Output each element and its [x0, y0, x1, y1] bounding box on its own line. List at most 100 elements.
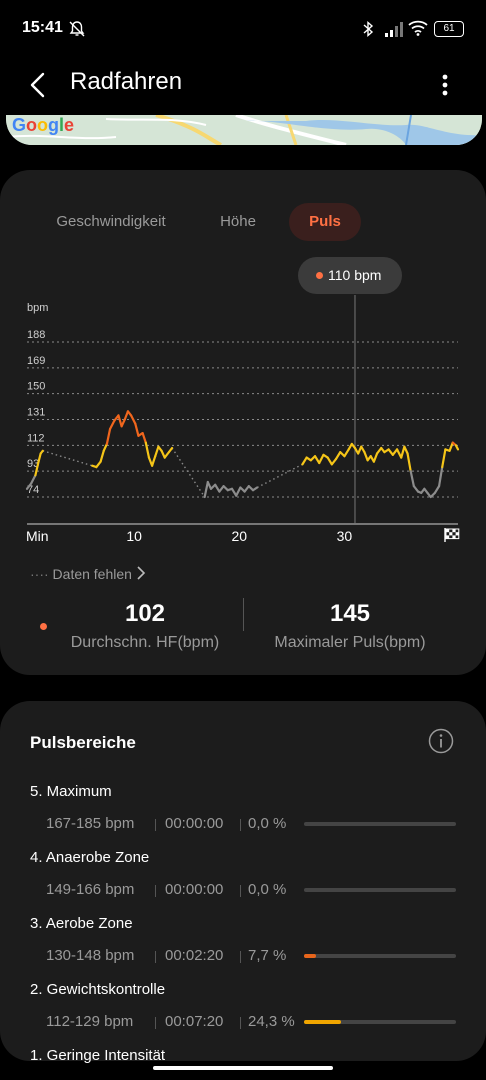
- zone-separator: [155, 951, 156, 963]
- heart-rate-zones-card: Pulsbereiche 5. Maximum 167-185 bpm 00:00:…: [0, 701, 486, 1064]
- x-tick-label: 10: [126, 528, 142, 544]
- heart-rate-line-segment: [301, 456, 308, 466]
- zone-progress-fill: [304, 954, 316, 958]
- zone-name: 4. Anaerobe Zone: [30, 849, 150, 866]
- heart-rate-line-segment: [123, 410, 130, 421]
- y-tick-label: 150: [27, 381, 45, 393]
- zone-separator: [155, 1017, 156, 1029]
- zone-name: 5. Maximum: [30, 783, 112, 800]
- heart-rate-line-segment: [154, 445, 160, 458]
- heart-rate-line-segment: [441, 448, 447, 469]
- heart-rate-line-segment: [129, 414, 137, 425]
- heart-rate-chart-card: Geschwindigkeit Höhe Puls 110 bpm bpm 188…: [0, 170, 486, 675]
- zone-time: 00:00:00: [165, 881, 224, 898]
- heart-rate-line-segment: [406, 452, 412, 473]
- zone-range: 112-129 bpm: [46, 1013, 134, 1030]
- heart-rate-line-segment: [251, 486, 259, 492]
- zone-separator: [155, 819, 156, 831]
- heart-rate-line-segment: [214, 483, 221, 493]
- y-axis-label: bpm: [27, 302, 48, 314]
- heart-rate-line-segment: [102, 442, 108, 452]
- heart-rate-line-segment: [39, 449, 44, 455]
- zone-range: 167-185 bpm: [46, 815, 135, 832]
- heart-rate-line-segment: [108, 419, 116, 431]
- y-tick-label: 112: [27, 432, 45, 444]
- status-time: 15:41: [22, 19, 63, 36]
- home-indicator[interactable]: [153, 1066, 333, 1070]
- heart-rate-line-segment: [167, 446, 174, 454]
- zone-progress-fill: [304, 1020, 341, 1024]
- avg-legend-dot: [40, 623, 47, 630]
- zone-progress-track: [304, 1020, 456, 1024]
- zone-percent: 0,0 %: [248, 881, 287, 898]
- y-tick-label: 188: [27, 329, 45, 341]
- tab-heart-rate[interactable]: Puls: [289, 203, 361, 241]
- max-heart-rate-value: 145: [329, 600, 371, 627]
- heart-rate-line-segment: [448, 441, 454, 452]
- heart-rate-line-segment: [37, 452, 42, 463]
- zone-separator: [240, 819, 241, 831]
- tab-speed[interactable]: Geschwindigkeit: [50, 203, 172, 241]
- missing-data-gap: [42, 450, 93, 467]
- y-tick-label: 131: [27, 407, 45, 419]
- heart-rate-line-segment: [403, 445, 409, 455]
- bluetooth-icon: [363, 20, 374, 38]
- zone-time: 00:02:20: [165, 947, 224, 964]
- heart-rate-line-segment: [30, 474, 37, 485]
- heart-rate-line-segment: [134, 422, 140, 437]
- cellular-signal-icon: [385, 22, 403, 37]
- max-heart-rate-label: Maximaler Puls(bpm): [274, 634, 426, 651]
- zone-progress-track: [304, 888, 456, 892]
- zone-percent: 7,7 %: [248, 947, 287, 964]
- back-arrow-icon[interactable]: [22, 68, 56, 102]
- map-roads: [6, 115, 482, 145]
- wifi-icon: [408, 20, 428, 36]
- avg-heart-rate-value: 102: [124, 600, 166, 627]
- x-tick-label: Min: [26, 528, 49, 544]
- x-tick-label: 20: [231, 528, 247, 544]
- heart-rate-line-segment: [363, 451, 369, 462]
- zone-time: 00:07:20: [165, 1013, 224, 1030]
- missing-data-gap: [256, 463, 303, 489]
- notifications-muted-icon: [69, 21, 85, 37]
- heart-rate-line-segment: [117, 414, 123, 428]
- heart-rate-line-segment: [150, 455, 157, 467]
- zone-percent: 0,0 %: [248, 815, 287, 832]
- zone-separator: [240, 951, 241, 963]
- heart-rate-line-segment: [409, 470, 415, 488]
- heart-rate-line-segment: [400, 445, 406, 459]
- more-options-icon[interactable]: [430, 68, 460, 102]
- dotted-legend-icon: ····: [30, 566, 49, 582]
- value-tooltip: 110 bpm: [298, 257, 402, 294]
- zone-separator: [155, 885, 156, 897]
- zone-percent: 24,3 %: [248, 1013, 295, 1030]
- missing-data-link[interactable]: ···· Daten fehlen: [30, 566, 146, 582]
- avg-heart-rate-label: Durchschn. HF(bpm): [70, 634, 220, 651]
- heart-rate-line-segment: [433, 485, 441, 495]
- chevron-right-icon: [137, 566, 145, 580]
- heart-rate-line-segment: [235, 486, 242, 497]
- heart-rate-line-segment: [99, 449, 105, 463]
- page-title: Radfahren: [70, 68, 183, 95]
- missing-data-label: Daten fehlen: [52, 566, 132, 582]
- tooltip-value: 110 bpm: [328, 267, 382, 283]
- heart-rate-line-segment: [105, 427, 112, 446]
- zone-name: 3. Aerobe Zone: [30, 915, 133, 932]
- route-map[interactable]: Google: [6, 115, 482, 145]
- heart-rate-line-segment: [141, 431, 147, 444]
- google-logo: Google: [12, 115, 75, 135]
- heart-rate-line-segment: [334, 451, 342, 461]
- status-bar: 15:41 61: [0, 0, 486, 60]
- zone-range: 130-148 bpm: [46, 947, 135, 964]
- y-tick-label: 169: [27, 355, 45, 367]
- info-icon[interactable]: [428, 728, 454, 754]
- heart-rate-line-segment: [203, 480, 209, 499]
- heart-rate-line-segment: [326, 456, 333, 466]
- tooltip-dot: [316, 272, 323, 279]
- stats-divider: [243, 598, 244, 631]
- app-header: Radfahren: [0, 60, 486, 108]
- zone-name: 2. Gewichtskontrolle: [30, 981, 166, 998]
- zone-separator: [240, 1017, 241, 1029]
- tab-altitude[interactable]: Höhe: [210, 203, 266, 241]
- heart-rate-chart[interactable]: bpm1881691501311129374Min 10 20 30: [0, 295, 486, 550]
